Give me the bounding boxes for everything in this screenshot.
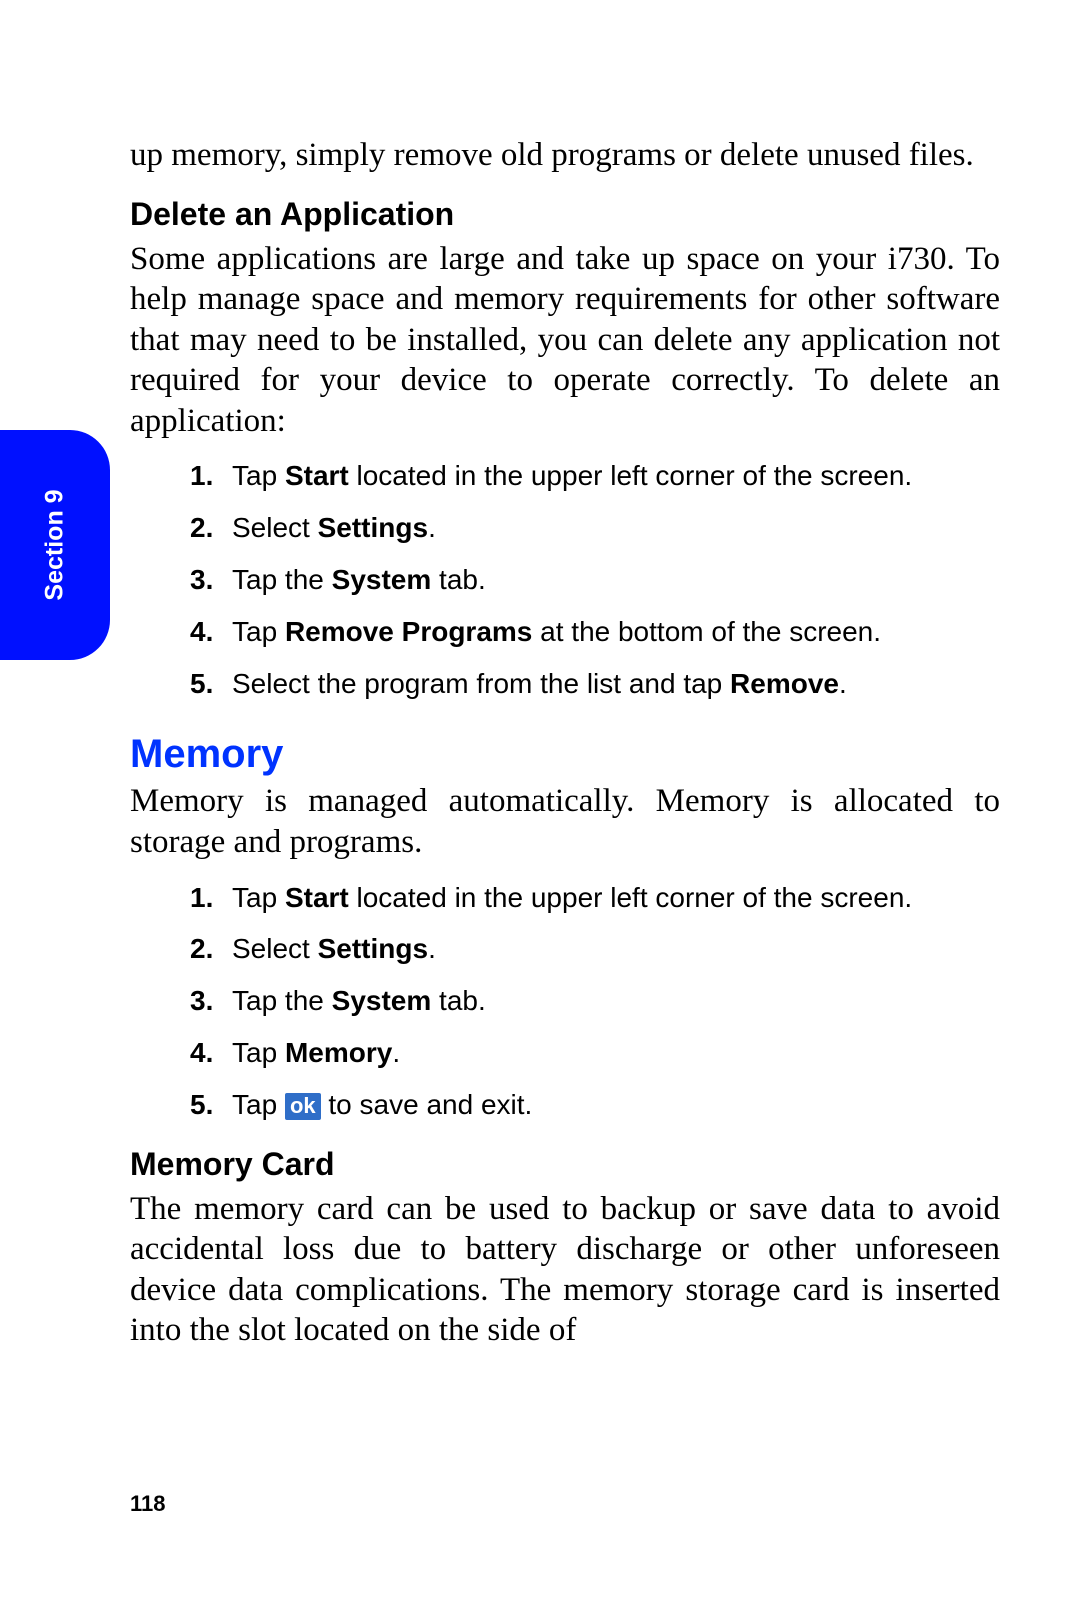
memory-steps: Tap Start located in the upper left corn… xyxy=(130,879,1000,1124)
step-text: . xyxy=(428,512,436,543)
step-text: Select xyxy=(232,933,318,964)
ok-icon: ok xyxy=(285,1093,321,1120)
step-text: located in the upper left corner of the … xyxy=(349,460,912,491)
step-bold: Start xyxy=(285,460,349,491)
step-bold: Start xyxy=(285,882,349,913)
step-text: Select xyxy=(232,512,318,543)
step-item: Tap Start located in the upper left corn… xyxy=(190,879,1000,917)
step-text: Tap xyxy=(232,1037,285,1068)
step-text: . xyxy=(392,1037,400,1068)
step-text: Tap the xyxy=(232,564,332,595)
step-bold: System xyxy=(332,564,432,595)
step-item: Tap Start located in the upper left corn… xyxy=(190,457,1000,495)
page-number: 118 xyxy=(130,1491,166,1517)
step-text: . xyxy=(839,668,847,699)
section-tab: Section 9 xyxy=(0,430,110,660)
step-text: Tap xyxy=(232,882,285,913)
step-item: Select Settings. xyxy=(190,930,1000,968)
step-item: Tap the System tab. xyxy=(190,982,1000,1020)
step-bold: Settings xyxy=(318,512,428,543)
step-text: . xyxy=(428,933,436,964)
step-text: to save and exit. xyxy=(321,1089,533,1120)
delete-app-steps: Tap Start located in the upper left corn… xyxy=(130,457,1000,702)
step-item: Select the program from the list and tap… xyxy=(190,665,1000,703)
step-item: Tap Memory. xyxy=(190,1034,1000,1072)
step-text: tab. xyxy=(431,985,485,1016)
section-tab-label: Section 9 xyxy=(41,489,70,600)
delete-app-heading: Delete an Application xyxy=(130,196,1000,233)
step-text: tab. xyxy=(431,564,485,595)
step-bold: System xyxy=(332,985,432,1016)
step-text: Tap xyxy=(232,460,285,491)
delete-app-paragraph: Some applications are large and take up … xyxy=(130,239,1000,442)
memory-card-heading: Memory Card xyxy=(130,1146,1000,1183)
step-text: located in the upper left corner of the … xyxy=(349,882,912,913)
step-bold: Memory xyxy=(285,1037,392,1068)
step-bold: Remove xyxy=(730,668,839,699)
memory-heading: Memory xyxy=(130,732,1000,777)
step-text: Tap the xyxy=(232,985,332,1016)
step-item: Tap ok to save and exit. xyxy=(190,1086,1000,1124)
step-text: Tap xyxy=(232,1089,285,1120)
step-item: Tap the System tab. xyxy=(190,561,1000,599)
step-text: Tap xyxy=(232,616,285,647)
step-text: at the bottom of the screen. xyxy=(532,616,881,647)
step-item: Select Settings. xyxy=(190,509,1000,547)
intro-paragraph: up memory, simply remove old programs or… xyxy=(130,135,1000,176)
memory-card-paragraph: The memory card can be used to backup or… xyxy=(130,1189,1000,1351)
step-text: Select the program from the list and tap xyxy=(232,668,730,699)
document-page: Section 9 up memory, simply remove old p… xyxy=(0,0,1080,1622)
memory-paragraph: Memory is managed automatically. Memory … xyxy=(130,781,1000,862)
step-item: Tap Remove Programs at the bottom of the… xyxy=(190,613,1000,651)
step-bold: Settings xyxy=(318,933,428,964)
step-bold: Remove Programs xyxy=(285,616,532,647)
